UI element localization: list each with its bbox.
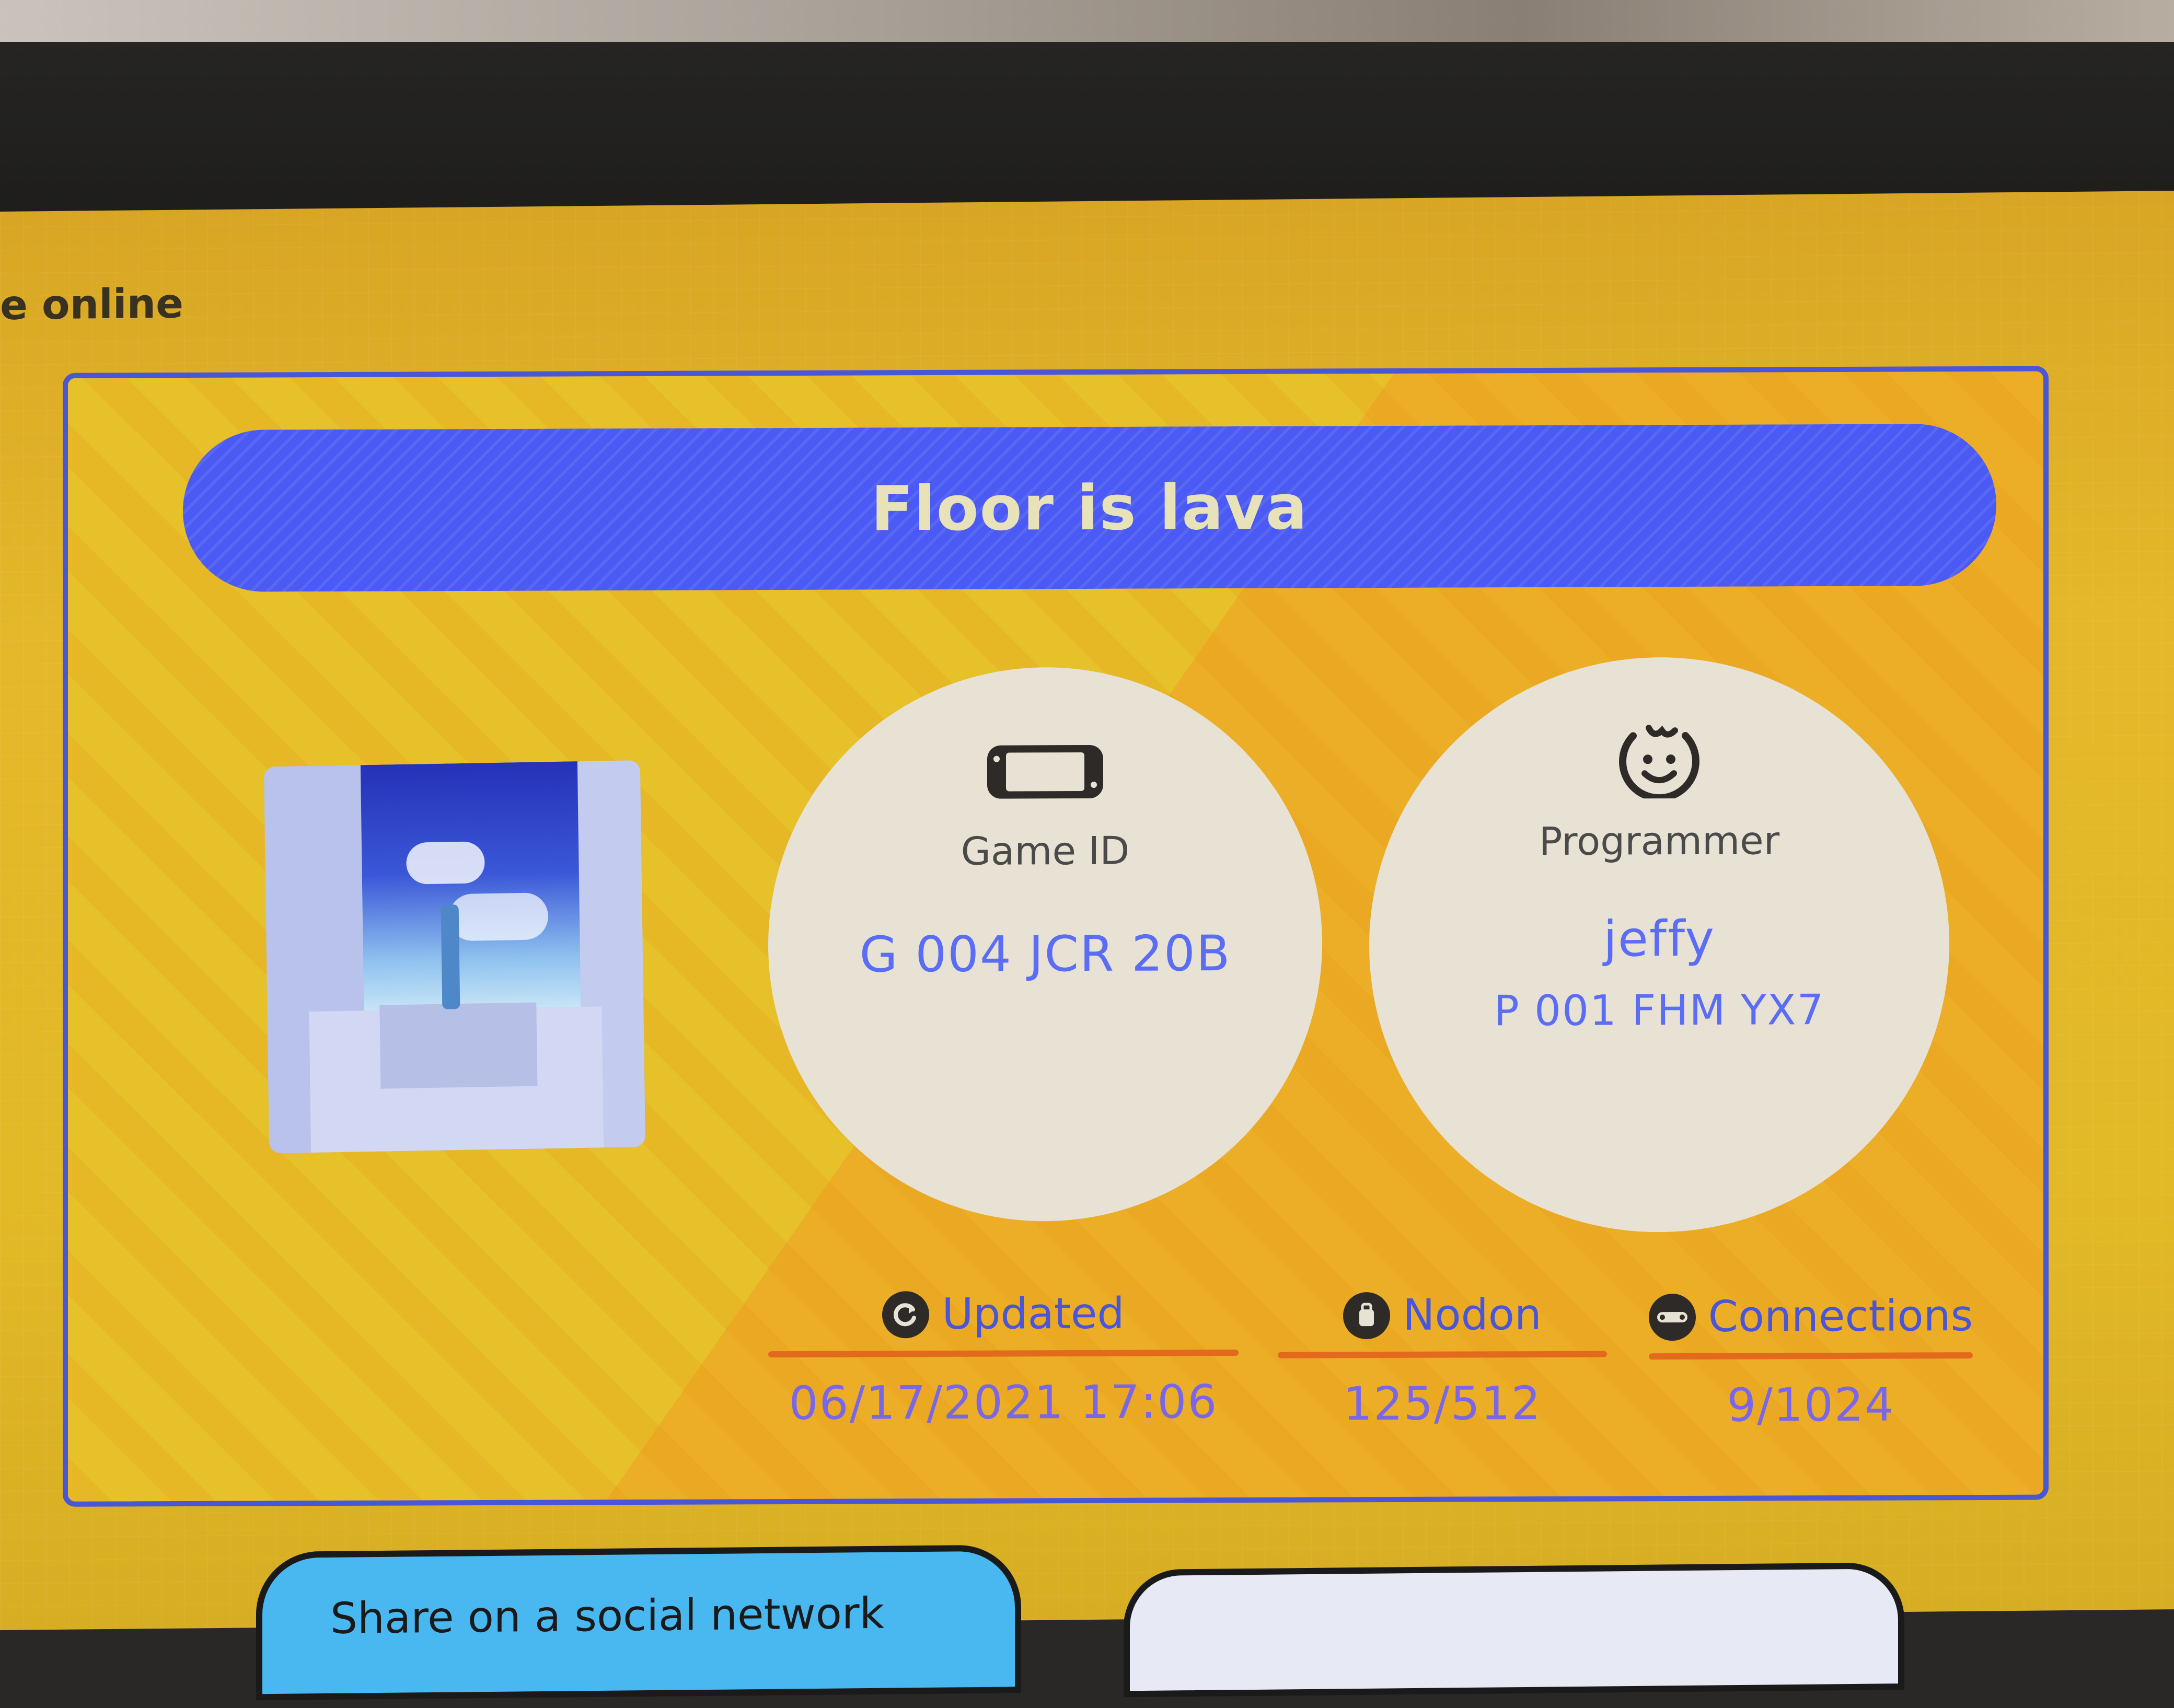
updated-value: 06/17/2021 17:06	[789, 1375, 1218, 1430]
nodon-value: 125/512	[1343, 1376, 1542, 1431]
updated-stat: Updated 06/17/2021 17:06	[768, 1288, 1239, 1430]
thumbnail-character	[441, 904, 460, 1009]
connections-divider	[1649, 1352, 1973, 1360]
share-button[interactable]: Share on a social network	[256, 1544, 1021, 1701]
smiley-face-icon	[1612, 715, 1706, 802]
game-id-circle: Game ID G 004 JCR 20B	[768, 666, 1322, 1223]
thumbnail-cloud	[448, 892, 549, 942]
share-button-label: Share on a social network	[330, 1588, 885, 1644]
connection-icon	[1648, 1293, 1696, 1341]
thumbnail-block	[379, 1002, 538, 1089]
game-id-value: G 004 JCR 20B	[859, 925, 1231, 984]
programmer-circle[interactable]: Programmer jeffy P 001 FHM YX7	[1369, 656, 1949, 1234]
programmer-id: P 001 FHM YX7	[1494, 985, 1825, 1036]
nodon-label: Nodon	[1403, 1289, 1542, 1340]
thumbnail-cloud	[406, 841, 485, 885]
updated-label: Updated	[942, 1288, 1125, 1339]
nodon-divider	[1278, 1351, 1607, 1358]
secondary-button[interactable]	[1124, 1562, 1904, 1698]
connections-label: Connections	[1708, 1291, 1973, 1342]
game-thumbnail[interactable]	[263, 760, 646, 1154]
programmer-label: Programmer	[1539, 818, 1780, 864]
game-title-bar: Floor is lava	[183, 423, 1996, 592]
updated-divider	[768, 1349, 1239, 1358]
game-id-label: Game ID	[961, 828, 1130, 874]
connections-value: 9/1024	[1727, 1377, 1895, 1432]
online-label: e online	[0, 280, 184, 329]
thumbnail-sky	[360, 761, 584, 1011]
refresh-icon	[882, 1291, 930, 1338]
nodon-icon	[1343, 1292, 1391, 1339]
connections-stat: Connections 9/1024	[1648, 1291, 1973, 1432]
nodon-stat: Nodon 125/512	[1278, 1290, 1607, 1431]
game-info-card: Floor is lava Game ID G 004 JCR 20B Prog…	[63, 366, 2049, 1507]
game-title: Floor is lava	[871, 471, 1309, 545]
game-console-icon	[985, 743, 1105, 803]
programmer-name: jeffy	[1603, 910, 1716, 968]
screen: e online Floor is lava Game ID G 004 JCR…	[0, 191, 2174, 1701]
